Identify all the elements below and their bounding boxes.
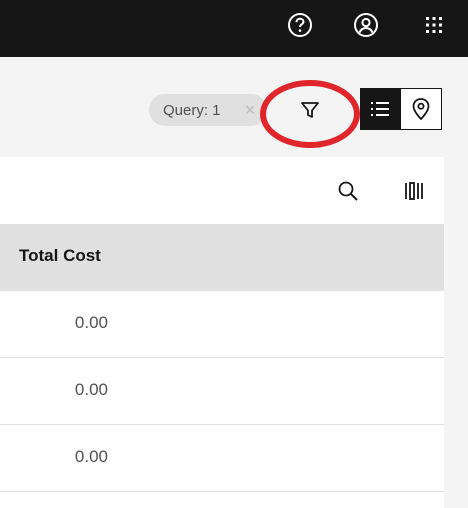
- total-cost-cell: 0.00: [74, 313, 108, 332]
- column-header-total-cost[interactable]: Total Cost: [19, 246, 101, 266]
- location-pin-icon: [412, 98, 430, 121]
- help-icon[interactable]: [285, 10, 315, 40]
- top-header-bar: [0, 0, 468, 57]
- app-switcher-icon[interactable]: [419, 10, 449, 40]
- highlight-annotation-ring: [260, 80, 360, 148]
- search-icon[interactable]: [336, 179, 360, 203]
- query-chip-label: Query: 1: [163, 101, 221, 119]
- column-settings-icon[interactable]: [402, 179, 426, 203]
- table-row[interactable]: 0.00: [0, 291, 444, 358]
- table-row[interactable]: 0.00: [0, 358, 444, 425]
- list-icon: [371, 102, 389, 116]
- total-cost-cell: 0.00: [74, 380, 108, 399]
- table-row[interactable]: 0.00: [0, 425, 444, 492]
- map-view-button[interactable]: [400, 88, 442, 130]
- user-icon[interactable]: [351, 10, 381, 40]
- total-cost-cell: 0.00: [74, 447, 108, 466]
- list-view-button[interactable]: [360, 88, 400, 130]
- chip-close-icon[interactable]: ×: [240, 100, 260, 120]
